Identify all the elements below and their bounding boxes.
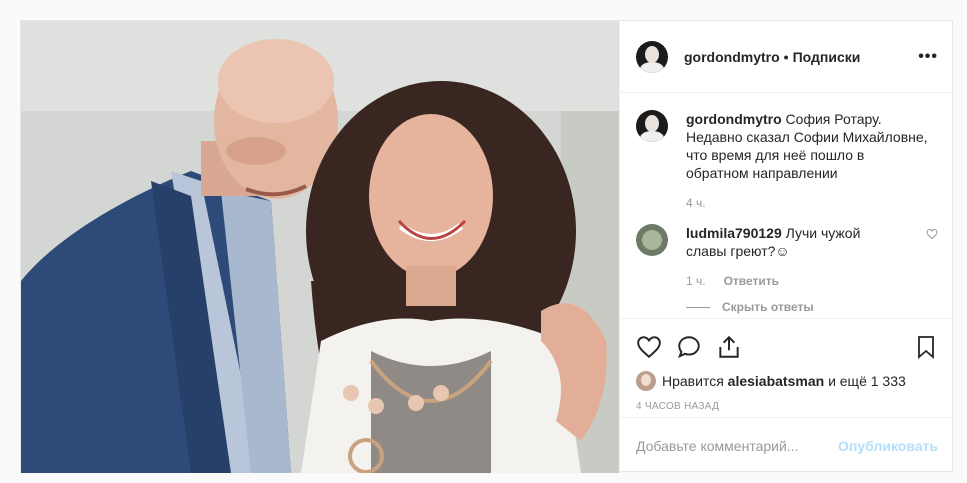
reply-button[interactable]: Ответить: [724, 274, 779, 288]
comment-meta: 1 ч. Ответить: [686, 274, 938, 288]
action-icons: [636, 327, 938, 367]
caption-time[interactable]: 4 ч.: [686, 196, 706, 210]
share-upload-icon[interactable]: [716, 334, 742, 360]
follow-status-button[interactable]: Подписки: [793, 49, 861, 65]
caption-username[interactable]: gordondmytro: [686, 111, 782, 127]
comment-username[interactable]: ludmila790129: [686, 225, 782, 241]
separator-dot: •: [783, 48, 789, 65]
caption-line-4: обратном направлении: [686, 165, 838, 181]
likes-summary: Нравится alesiabatsman и ещё 1 333: [636, 371, 938, 391]
likes-count[interactable]: и ещё 1 333: [828, 373, 906, 389]
post-timestamp[interactable]: 4 ЧАСОВ НАЗАД: [636, 401, 938, 412]
author-username[interactable]: gordondmytro: [684, 49, 780, 65]
replies-divider-line: [686, 306, 710, 308]
post-header: gordondmytro • Подписки •••: [620, 21, 954, 93]
post-side-panel: gordondmytro • Подписки ••• gordondmytro…: [619, 21, 954, 473]
author-avatar[interactable]: [636, 40, 668, 73]
more-dots-icon[interactable]: •••: [918, 48, 938, 66]
add-comment-bar: Добавьте комментарий... Опубликовать: [620, 417, 954, 473]
publish-button[interactable]: Опубликовать: [838, 438, 938, 454]
liker-avatar[interactable]: [636, 371, 656, 391]
comments-list[interactable]: gordondmytro София Ротару. Недавно сказа…: [620, 94, 954, 317]
commenter-avatar[interactable]: [636, 224, 668, 256]
post-actions: Нравится alesiabatsman и ещё 1 333 4 ЧАС…: [620, 318, 954, 412]
caption-line-3: что время для неё пошло в: [686, 147, 865, 163]
caption-line-1: София Ротару.: [785, 111, 882, 127]
comment-like-heart-icon[interactable]: [926, 224, 938, 260]
caption-author-avatar[interactable]: [636, 110, 668, 142]
comment-text: ludmila790129 Лучи чужой славы греют?☺: [686, 224, 860, 260]
hide-replies-label: Скрыть ответы: [722, 300, 814, 314]
comment-bubble-icon[interactable]: [676, 334, 702, 360]
post-photo[interactable]: [21, 21, 619, 473]
bookmark-icon[interactable]: [914, 334, 938, 360]
likes-prefix: Нравится: [662, 373, 724, 389]
caption-line-2: Недавно сказал Софии Михайловне,: [686, 129, 928, 145]
caption-comment: gordondmytro София Ротару. Недавно сказа…: [636, 110, 938, 182]
caption-meta: 4 ч.: [686, 196, 938, 210]
comment-input[interactable]: Добавьте комментарий...: [636, 438, 798, 454]
comment-line-1: Лучи чужой: [785, 225, 861, 241]
caption-text: gordondmytro София Ротару. Недавно сказа…: [686, 110, 928, 182]
comment-time[interactable]: 1 ч.: [686, 274, 706, 288]
instagram-post: gordondmytro • Подписки ••• gordondmytro…: [20, 20, 954, 473]
like-heart-icon[interactable]: [636, 334, 662, 360]
comment-line-2: славы греют?☺: [686, 243, 790, 259]
photo-illustration: [21, 21, 619, 473]
comment-item: ludmila790129 Лучи чужой славы греют?☺: [636, 224, 938, 260]
liker-username[interactable]: alesiabatsman: [728, 373, 825, 389]
hide-replies-button[interactable]: Скрыть ответы: [686, 300, 938, 314]
header-text: gordondmytro • Подписки: [684, 49, 860, 65]
